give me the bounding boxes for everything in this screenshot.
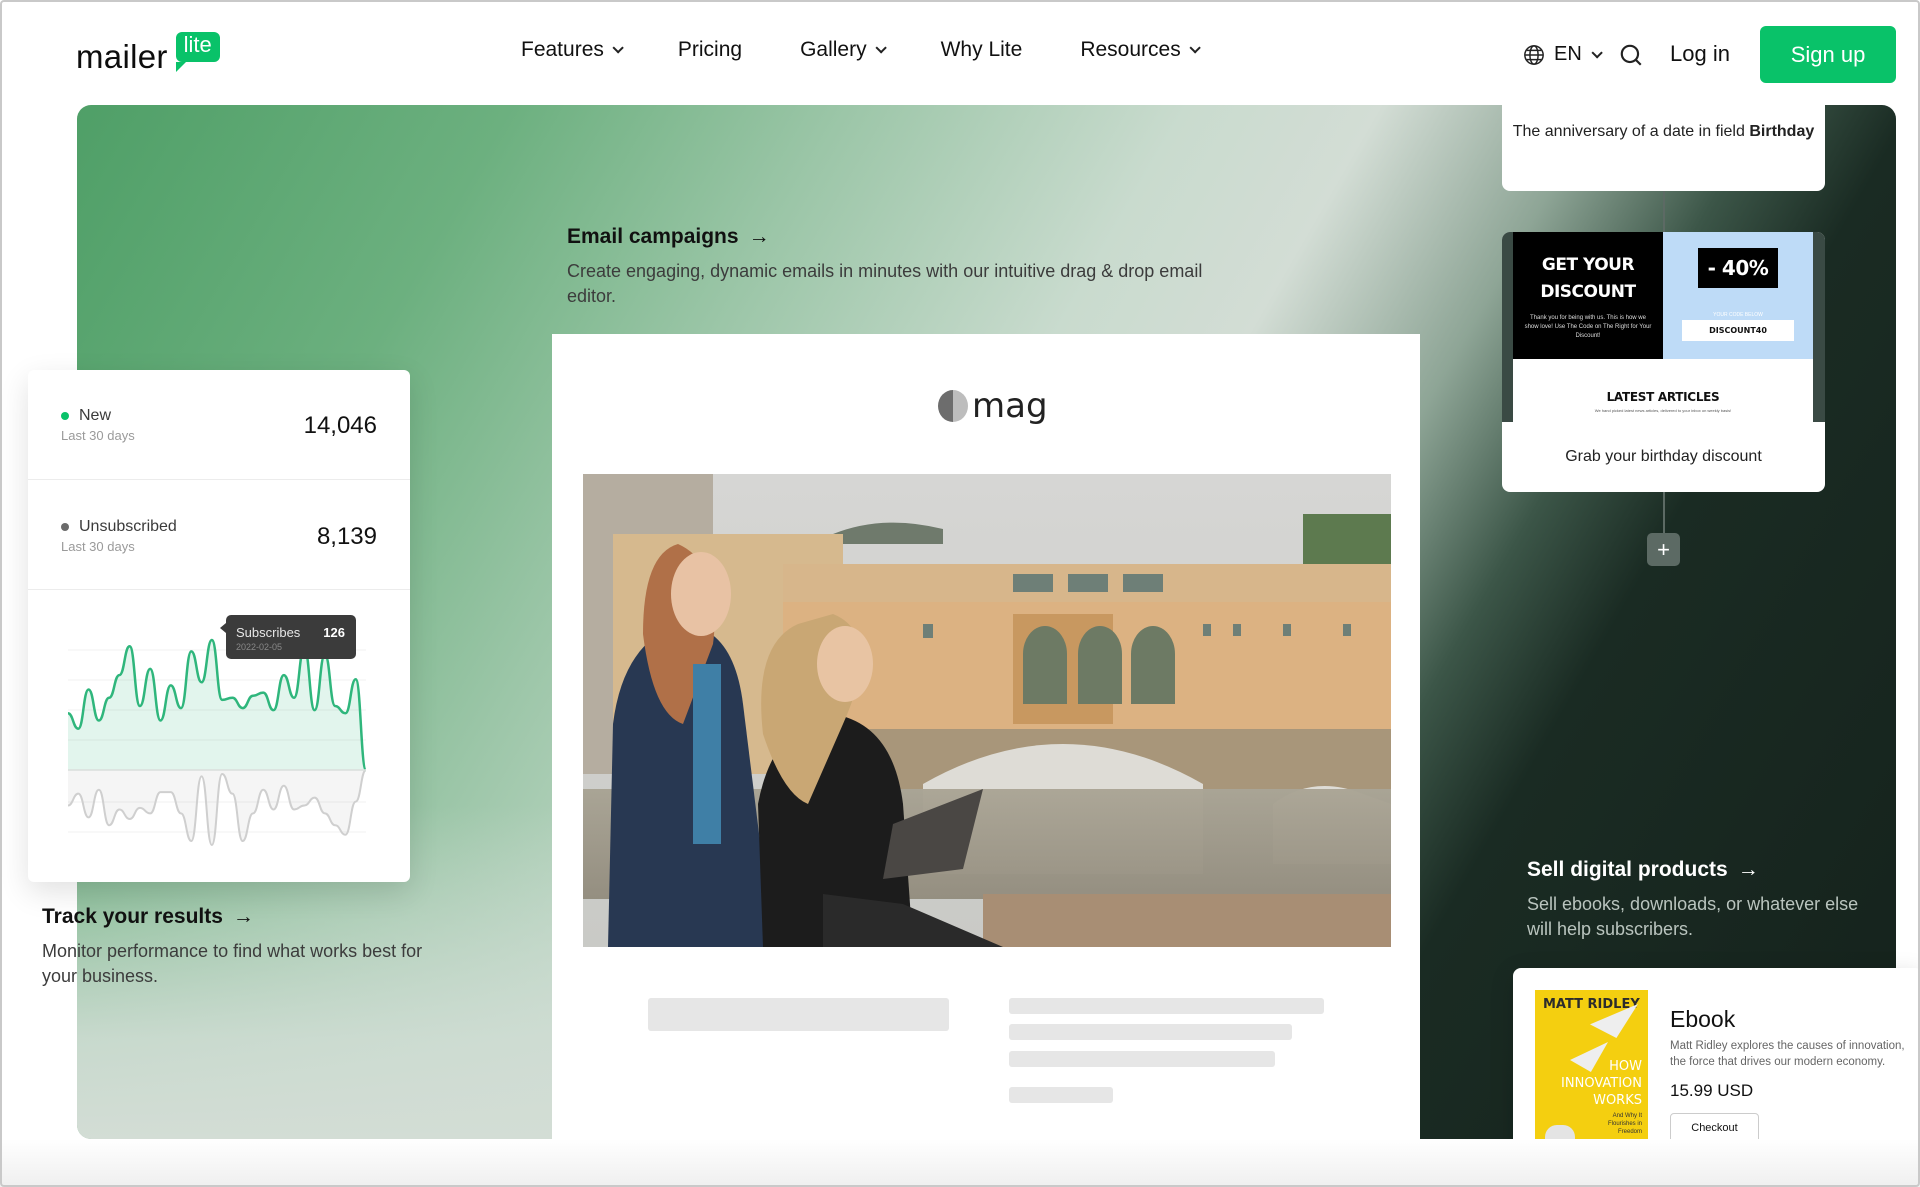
logo-badge: lite [175, 31, 220, 73]
automation-trigger-card[interactable]: The anniversary of a date in field Birth… [1502, 95, 1825, 191]
sell-digital-products-description: Sell ebooks, downloads, or whatever else… [1527, 894, 1859, 939]
discount-banner: GET YOUR DISCOUNT Thank you for being wi… [1513, 232, 1663, 359]
mailerlite-logo[interactable]: mailer lite [76, 26, 220, 76]
placeholder-line [1009, 1087, 1113, 1103]
flow-connector [1663, 492, 1665, 533]
book-subtitle: And Why It Flourishes in Freedom [1607, 1113, 1642, 1135]
nav-features-label: Features [521, 38, 604, 61]
nav-gallery-label: Gallery [800, 38, 867, 61]
placeholder-line [1009, 1024, 1292, 1040]
language-selector[interactable]: EN [1523, 43, 1603, 66]
stat-period: Last 30 days [61, 539, 135, 554]
subscriber-stats-card: New Last 30 days 14,046 Unsubscribed Las… [28, 370, 410, 882]
status-dot [61, 523, 69, 531]
chevron-down-icon [1591, 46, 1603, 59]
discount-percent: - 40% [1698, 248, 1778, 288]
mag-brand-logo: mag [938, 386, 1048, 426]
placeholder-line [1009, 998, 1324, 1014]
chevron-down-icon [875, 42, 887, 54]
arrow-right-icon: → [1737, 858, 1759, 881]
nav-pricing-label: Pricing [677, 38, 743, 61]
hero-photo [583, 474, 1391, 947]
discount-headline: GET YOUR DISCOUNT [1540, 255, 1636, 302]
stat-row-unsubscribed: Unsubscribed Last 30 days 8,139 [28, 480, 410, 590]
language-label: EN [1554, 43, 1582, 65]
status-dot [61, 412, 69, 420]
placeholder-button [648, 998, 949, 1031]
sell-digital-products-link[interactable]: Sell digital products → [1527, 858, 1867, 882]
email-campaigns-feature: Email campaigns → Create engaging, dynam… [567, 225, 1207, 309]
stat-label: New [61, 407, 111, 425]
latest-articles-heading: LATEST ARTICLES [1606, 390, 1720, 404]
book-cover: MATT RIDLEY HOW INNOVATION WORKS And Why… [1535, 990, 1648, 1158]
nav-resources-label: Resources [1080, 38, 1181, 61]
trigger-text: The anniversary of a date in field [1512, 123, 1745, 140]
chevron-down-icon [612, 42, 624, 54]
stat-label-text: Unsubscribed [79, 518, 177, 535]
placeholder-line [1009, 1051, 1275, 1067]
track-results-link[interactable]: Track your results → [42, 905, 432, 929]
ebook-description: Matt Ridley explores the causes of innov… [1670, 1040, 1905, 1068]
stat-value: 8,139 [316, 523, 377, 550]
stat-row-new: New Last 30 days 14,046 [28, 370, 410, 480]
automation-email-card[interactable]: GET YOUR DISCOUNT Thank you for being wi… [1502, 232, 1825, 492]
stat-label: Unsubscribed [61, 518, 177, 536]
ebook-price: 15.99 USD [1670, 1081, 1754, 1100]
globe-icon [1524, 44, 1544, 65]
mag-brand-name: mag [972, 386, 1048, 426]
nav-why-lite[interactable]: Why Lite [941, 38, 1023, 62]
trigger-field: Birthday [1749, 123, 1815, 140]
track-results-title: Track your results [42, 905, 223, 928]
code-label: YOUR CODE BELOW [1713, 312, 1763, 318]
tooltip-label: Subscribes [236, 625, 301, 640]
add-step-button[interactable]: + [1647, 533, 1680, 566]
main-nav: Features Pricing Gallery Why Lite Resour… [521, 38, 1255, 62]
logo-wordmark: mailer [76, 38, 168, 75]
latest-articles-text: We hand picked latest news articles, del… [1594, 408, 1732, 413]
email-template-preview: mag [552, 334, 1420, 1139]
tooltip-date: 2022-02-05 [236, 642, 283, 652]
search-icon [1620, 44, 1642, 66]
nav-gallery[interactable]: Gallery [800, 38, 887, 62]
track-results-description: Monitor performance to find what works b… [42, 941, 423, 986]
page-bottom-fade [0, 1139, 1920, 1187]
signup-button[interactable]: Sign up [1760, 26, 1896, 83]
login-link[interactable]: Log in [1670, 41, 1730, 67]
nav-why-lite-label: Why Lite [940, 38, 1023, 61]
discount-code-panel: - 40% YOUR CODE BELOW DISCOUNT40 [1663, 232, 1813, 359]
arrow-right-icon: → [748, 225, 770, 248]
nav-resources[interactable]: Resources [1080, 38, 1201, 62]
email-campaigns-link[interactable]: Email campaigns → [567, 225, 1207, 249]
stat-value: 14,046 [303, 412, 377, 439]
sell-digital-products-feature: Sell digital products → Sell ebooks, dow… [1527, 858, 1867, 942]
chevron-down-icon [1189, 42, 1201, 54]
plus-icon: + [1657, 536, 1670, 562]
stat-period: Last 30 days [61, 428, 135, 443]
tooltip-value: 126 [323, 625, 345, 640]
book-title: HOW INNOVATION WORKS [1561, 1059, 1642, 1108]
photo-women-laptop-florence [583, 474, 1391, 947]
email-caption: Grab your birthday discount [1565, 448, 1762, 465]
chart-tooltip: Subscribes 2022-02-05 126 [220, 615, 356, 659]
nav-features[interactable]: Features [521, 38, 624, 62]
discount-body: Thank you for being with us. This is how… [1524, 315, 1652, 339]
subscribers-chart: Subscribes 2022-02-05 126 [28, 590, 410, 882]
latest-articles-section: LATEST ARTICLES We hand picked latest ne… [1513, 359, 1813, 422]
email-campaigns-description: Create engaging, dynamic emails in minut… [567, 261, 1203, 306]
sell-digital-products-title: Sell digital products [1527, 858, 1728, 881]
flow-connector [1663, 191, 1665, 232]
arrow-right-icon: → [232, 905, 254, 928]
email-campaigns-title: Email campaigns [567, 225, 739, 248]
search-button[interactable] [1618, 42, 1644, 68]
track-results-feature: Track your results → Monitor performance… [42, 905, 432, 989]
stat-label-text: New [79, 407, 112, 424]
moon-logo-icon [938, 390, 968, 422]
discount-code: DISCOUNT40 [1682, 320, 1794, 341]
ebook-title: Ebook [1670, 1006, 1736, 1032]
site-header: mailer lite Features Pricing Gallery Why… [0, 0, 1920, 105]
nav-pricing[interactable]: Pricing [678, 38, 742, 62]
